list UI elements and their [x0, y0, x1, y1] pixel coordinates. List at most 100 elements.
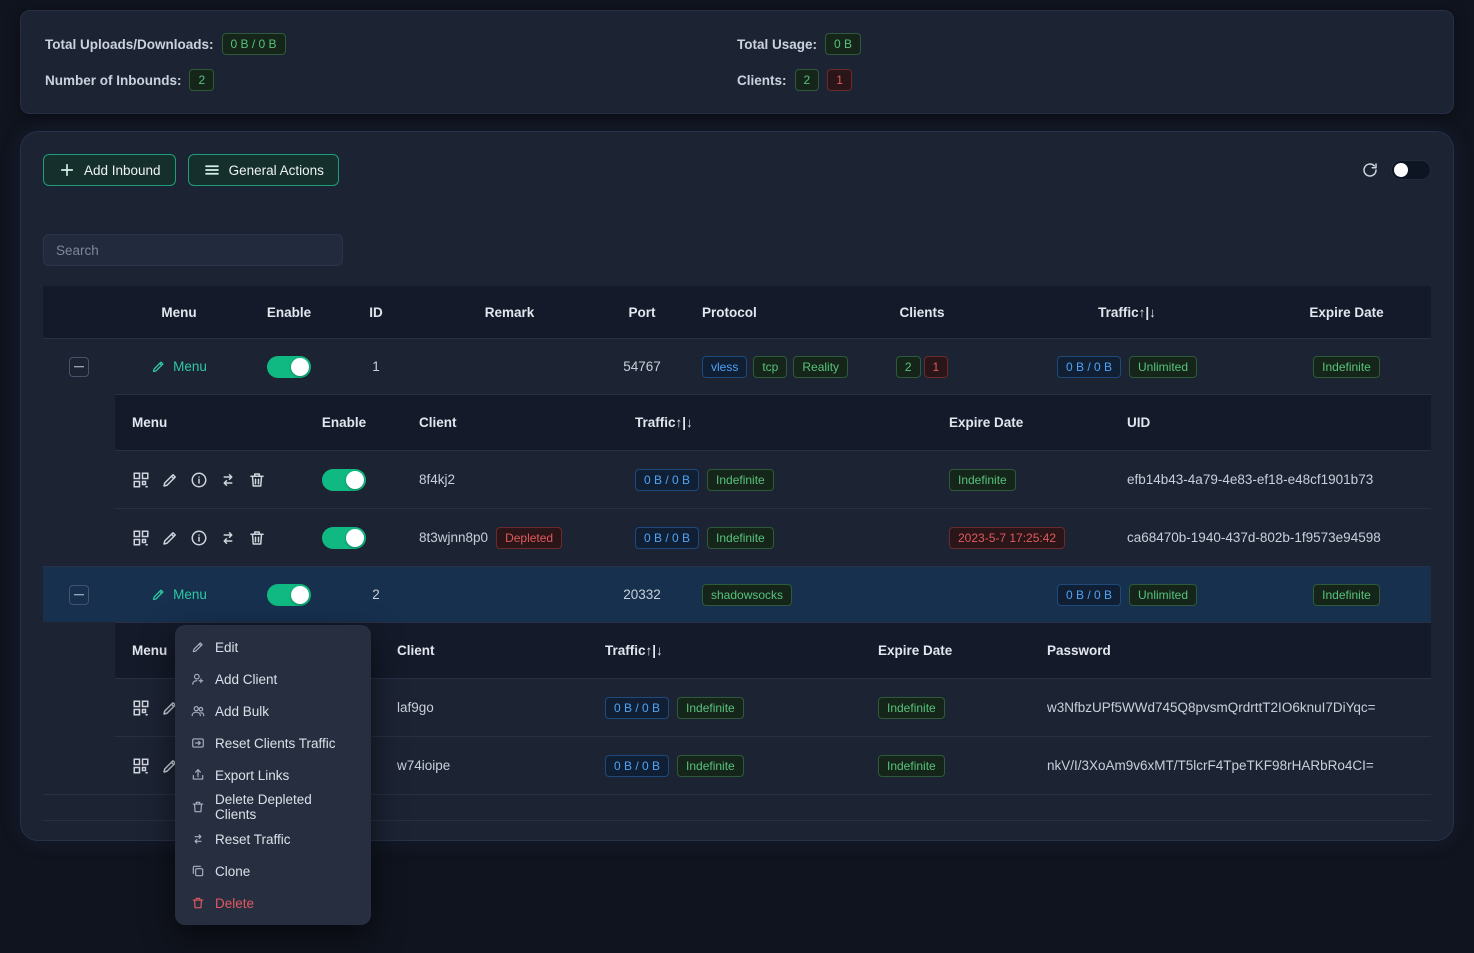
inbound-2-id: 2	[335, 583, 417, 606]
stats-card: Total Uploads/Downloads: 0 B / 0 B Total…	[20, 10, 1454, 114]
theme-toggle-knob	[1394, 163, 1408, 177]
stat-number-inbounds-value: 2	[189, 69, 214, 91]
user-add-icon	[191, 672, 205, 686]
info-icon[interactable]	[190, 471, 208, 489]
plus-icon	[58, 161, 76, 179]
menu-item-delete[interactable]: Delete	[175, 887, 371, 919]
inbound-1-traffic: 0 B / 0 B	[1057, 356, 1121, 378]
info-icon[interactable]	[190, 529, 208, 547]
client-name: 8t3wjnn8p0	[419, 530, 488, 545]
column-header-remark: Remark	[417, 301, 602, 324]
client-enable-toggle[interactable]	[322, 469, 366, 491]
stat-total-usage-value: 0 B	[825, 33, 861, 55]
refresh-icon[interactable]	[1361, 161, 1379, 179]
toolbar-right	[1361, 160, 1431, 180]
client-uid: efb14b43-4a79-4e83-ef18-e48cf1901b73	[1099, 468, 1431, 491]
inbound-1-remark	[417, 363, 602, 371]
menu-item-export-links[interactable]: Export Links	[175, 759, 371, 791]
inbound-2-menu-button[interactable]: Menu	[151, 587, 207, 602]
stat-clients: Clients: 2 1	[737, 69, 1429, 91]
menu-item-reset-traffic[interactable]: Reset Traffic	[175, 823, 371, 855]
client-enable-toggle[interactable]	[322, 527, 366, 549]
menu-item-add-bulk[interactable]: Add Bulk	[175, 695, 371, 727]
stat-total-usage: Total Usage: 0 B	[737, 33, 1429, 55]
inbound-1-menu-button[interactable]: Menu	[151, 359, 207, 374]
collapse-inbound-2-button[interactable]	[69, 585, 89, 605]
column-header-protocol: Protocol	[682, 301, 852, 324]
client-traffic-limit: Indefinite	[707, 469, 774, 491]
client-traffic-limit: Indefinite	[677, 697, 744, 719]
reset-traffic-icon[interactable]	[219, 471, 237, 489]
menu-item-delete-depleted-clients[interactable]: Delete Depleted Clients	[175, 791, 371, 823]
inbound-1-port: 54767	[602, 355, 682, 378]
inbound-1-enable-toggle[interactable]	[267, 356, 311, 378]
menu-item-edit[interactable]: Edit	[175, 631, 371, 663]
add-inbound-button[interactable]: Add Inbound	[43, 154, 176, 186]
general-actions-button[interactable]: General Actions	[188, 154, 339, 186]
column-header-id: ID	[335, 301, 417, 324]
column-header-uid: UID	[1099, 411, 1431, 434]
column-header-password: Password	[1039, 639, 1431, 662]
trash-icon[interactable]	[248, 471, 266, 489]
edit-icon	[151, 359, 166, 374]
trash-icon	[191, 896, 205, 910]
stat-total-uploads-label: Total Uploads/Downloads:	[45, 37, 214, 52]
client-traffic: 0 B / 0 B	[635, 469, 699, 491]
protocol-tag: tcp	[753, 356, 787, 378]
client-expire: Indefinite	[878, 755, 945, 777]
column-header-traffic-sort[interactable]: Traffic↑|↓	[992, 301, 1262, 324]
client-traffic: 0 B / 0 B	[605, 755, 669, 777]
menu-item-reset-clients-traffic[interactable]: Reset Clients Traffic	[175, 727, 371, 759]
toolbar: Add Inbound General Actions	[43, 154, 1431, 186]
client-password: w3NfbzUPf5WWd745Q8pvsmQrdrttT2IO6knuI7Di…	[1039, 696, 1431, 719]
qr-code-icon[interactable]	[132, 529, 150, 547]
client-traffic: 0 B / 0 B	[635, 527, 699, 549]
theme-toggle[interactable]	[1391, 160, 1431, 180]
menu-item-add-client[interactable]: Add Client	[175, 663, 371, 695]
column-header-traffic-sort[interactable]: Traffic↑|↓	[619, 411, 899, 434]
qr-code-icon[interactable]	[132, 471, 150, 489]
export-icon	[191, 768, 205, 782]
edit-icon	[191, 640, 205, 654]
client-traffic-limit: Indefinite	[677, 755, 744, 777]
general-actions-label: General Actions	[229, 163, 324, 178]
stat-total-uploads: Total Uploads/Downloads: 0 B / 0 B	[45, 33, 737, 55]
collapse-inbound-1-button[interactable]	[69, 357, 89, 377]
inbound-2-traffic: 0 B / 0 B	[1057, 584, 1121, 606]
protocol-tag: Reality	[793, 356, 848, 378]
inbound-1-traffic-limit: Unlimited	[1129, 356, 1197, 378]
clone-icon	[191, 864, 205, 878]
column-header-expire: Expire Date	[899, 411, 1099, 434]
stat-clients-total: 2	[795, 69, 820, 91]
inbound-1-id: 1	[335, 355, 417, 378]
menu-item-clone[interactable]: Clone	[175, 855, 371, 887]
column-header-expand	[43, 308, 115, 316]
column-header-enable: Enable	[243, 301, 335, 324]
column-header-traffic-sort[interactable]: Traffic↑|↓	[589, 639, 864, 662]
edit-icon[interactable]	[161, 529, 179, 547]
stat-total-uploads-value: 0 B / 0 B	[222, 33, 286, 55]
inbound-1-expire: Indefinite	[1313, 356, 1380, 378]
column-header-client: Client	[389, 411, 619, 434]
reset-traffic-icon[interactable]	[219, 529, 237, 547]
inbound-table-header: Menu Enable ID Remark Port Protocol Clie…	[43, 286, 1431, 338]
column-header-enable: Enable	[299, 411, 389, 434]
inbound-2-enable-toggle[interactable]	[267, 584, 311, 606]
trash-icon[interactable]	[248, 529, 266, 547]
column-header-client: Client	[389, 639, 589, 662]
inbound-1-clients-total: 2	[896, 356, 921, 378]
client-name: w74ioipe	[389, 754, 589, 777]
reset-traffic-icon	[191, 832, 205, 846]
client-traffic-limit: Indefinite	[707, 527, 774, 549]
column-header-clients: Clients	[852, 301, 992, 324]
add-inbound-label: Add Inbound	[84, 163, 161, 178]
client-row: 8f4kj2 0 B / 0 B Indefinite Indefinite e…	[115, 450, 1431, 508]
client-uid: ca68470b-1940-437d-802b-1f9573e94598	[1099, 526, 1431, 549]
menu-bars-icon	[203, 161, 221, 179]
inbound-2-port: 20332	[602, 583, 682, 606]
qr-code-icon[interactable]	[132, 757, 150, 775]
client-table-1-header: Menu Enable Client Traffic↑|↓ Expire Dat…	[115, 395, 1431, 450]
qr-code-icon[interactable]	[132, 699, 150, 717]
search-input[interactable]	[43, 234, 343, 266]
edit-icon[interactable]	[161, 471, 179, 489]
